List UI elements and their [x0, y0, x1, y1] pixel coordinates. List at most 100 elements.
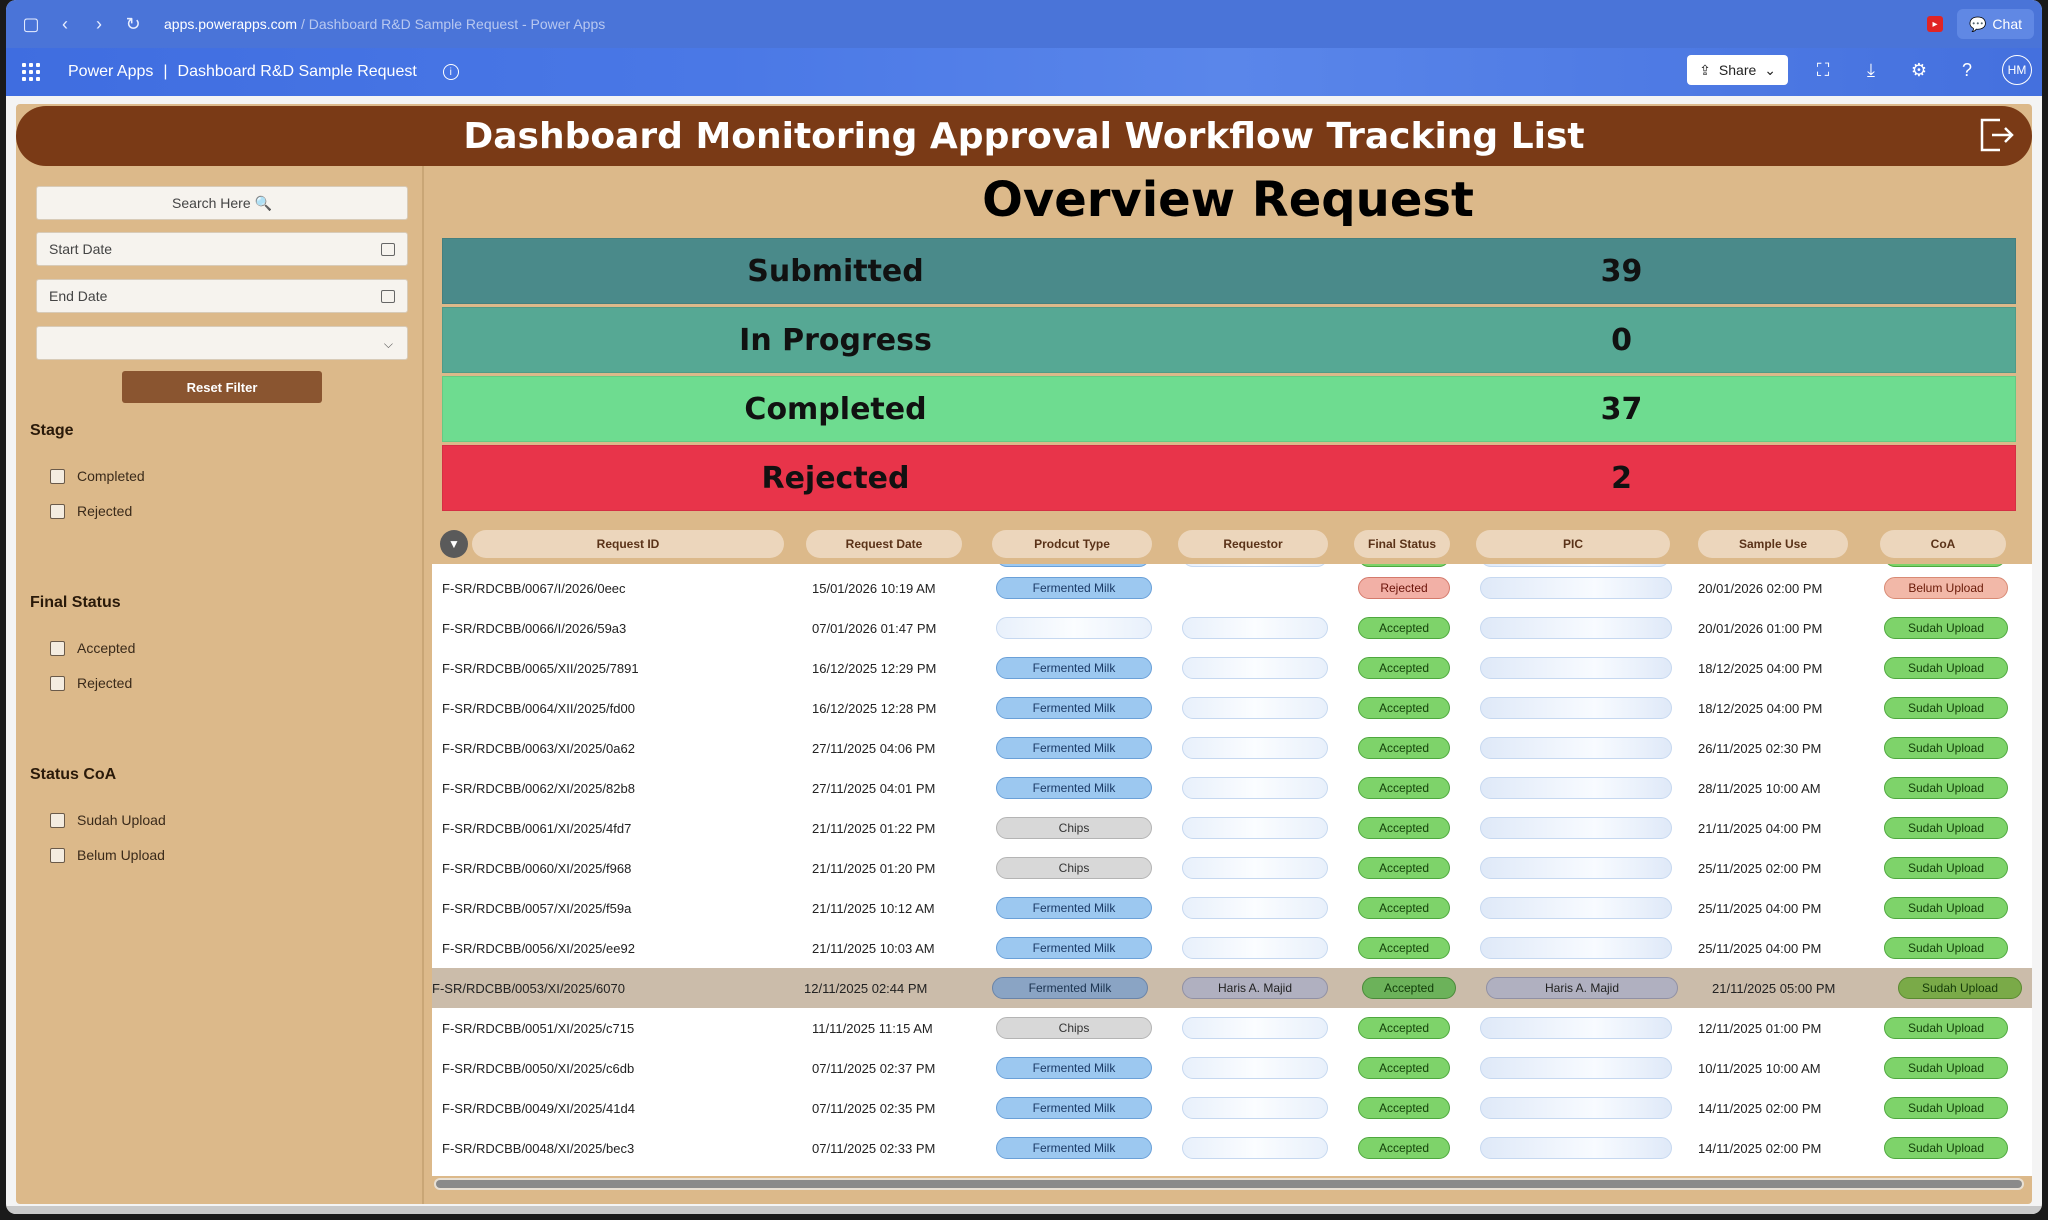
stage-checkbox-rejected[interactable]: Rejected: [50, 503, 132, 519]
sample-use-cell: 18/12/2025 04:00 PM: [1698, 700, 1823, 716]
calendar-icon[interactable]: [381, 243, 395, 256]
checkbox[interactable]: [50, 503, 65, 519]
table-row[interactable]: F-SR/RDCBB/0049/XI/2025/41d4 07/11/2025 0…: [432, 1088, 2032, 1128]
column-header-final-status[interactable]: Final Status: [1354, 530, 1450, 558]
coa-checkbox-belum-upload[interactable]: Belum Upload: [50, 847, 165, 863]
final-status-chip: Accepted: [1358, 697, 1450, 719]
final-status-chip: Accepted: [1358, 737, 1450, 759]
checkbox[interactable]: [50, 468, 65, 484]
table-row[interactable]: F-SR/RDCBB/0051/XI/2025/c715 11/11/2025 1…: [432, 1008, 2032, 1048]
request-id-cell: F-SR/RDCBB/0053/XI/2025/6070: [432, 980, 625, 996]
column-header-coa[interactable]: CoA: [1880, 530, 2006, 558]
fit-screen-icon[interactable]: ⛶: [1810, 60, 1836, 81]
avatar[interactable]: HM: [2002, 55, 2032, 85]
request-id-cell: F-SR/RDCBB/0067/I/2026/0eec: [442, 580, 626, 596]
extension-icon[interactable]: ▸: [1926, 16, 1943, 32]
product-type-chip: Chips: [996, 857, 1152, 879]
request-table[interactable]: F-SR/RDCBB/0067/I/2026/0eec 15/01/2026 10…: [432, 564, 2032, 1176]
column-header-request-id[interactable]: Request ID: [472, 530, 784, 558]
table-row[interactable]: F-SR/RDCBB/0066/I/2026/59a3 07/01/2026 01…: [432, 608, 2032, 648]
sample-use-cell: 20/01/2026 02:00 PM: [1698, 580, 1823, 596]
sample-use-cell: 12/11/2025 01:00 PM: [1698, 1020, 1822, 1036]
horizontal-scrollbar[interactable]: [434, 1178, 2024, 1190]
coa-chip: Sudah Upload: [1884, 657, 2008, 679]
table-row[interactable]: F-SR/RDCBB/0063/XI/2025/0a62 27/11/2025 0…: [432, 728, 2032, 768]
product-type-chip: Fermented Milk: [996, 737, 1152, 759]
filter-sidebar: Search Here 🔍 Start Date End Date ⌵ Rese…: [16, 166, 424, 1204]
coa-checkbox-sudah-upload[interactable]: Sudah Upload: [50, 812, 166, 828]
chevron-down-icon: ⌵: [383, 337, 393, 351]
table-row[interactable]: F-SR/RDCBB/0060/XI/2025/f968 21/11/2025 0…: [432, 848, 2032, 888]
app-launcher-icon[interactable]: [22, 63, 40, 81]
request-date-cell: 21/11/2025 10:12 AM: [812, 900, 935, 916]
search-input[interactable]: Search Here 🔍: [36, 186, 408, 220]
final-status-heading: Final Status: [30, 594, 121, 611]
stage-checkbox-completed[interactable]: Completed: [50, 468, 145, 484]
request-date-cell: 07/11/2025 02:35 PM: [812, 1100, 936, 1116]
table-row[interactable]: F-SR/RDCBB/0050/XI/2025/c6db 07/11/2025 0…: [432, 1048, 2032, 1088]
table-row[interactable]: F-SR/RDCBB/0061/XI/2025/4fd7 21/11/2025 0…: [432, 808, 2032, 848]
sample-use-cell: 21/11/2025 04:00 PM: [1698, 820, 1822, 836]
requestor-chip: [1182, 737, 1328, 759]
table-row[interactable]: F-SR/RDCBB/0056/XI/2025/ee92 21/11/2025 1…: [432, 928, 2032, 968]
column-header-sample-use[interactable]: Sample Use: [1698, 530, 1848, 558]
column-header-pic[interactable]: PIC: [1476, 530, 1670, 558]
final-status-checkbox-rejected[interactable]: Rejected: [50, 675, 132, 691]
product-type-chip: Fermented Milk: [992, 977, 1148, 999]
calendar-icon[interactable]: [381, 290, 395, 303]
scrollbar-thumb[interactable]: [436, 1180, 2022, 1188]
sample-use-cell: 10/11/2025 10:00 AM: [1698, 1060, 1821, 1076]
reset-filter-button[interactable]: Reset Filter: [122, 371, 322, 403]
download-icon[interactable]: ⤓: [1858, 60, 1884, 81]
column-header-request-date[interactable]: Request Date: [806, 530, 962, 558]
logout-icon[interactable]: [1976, 114, 2018, 156]
checkbox[interactable]: [50, 675, 65, 691]
requestor-chip: [1182, 1057, 1328, 1079]
share-label: Share: [1718, 62, 1757, 78]
table-row[interactable]: F-SR/RDCBB/0057/XI/2025/f59a 21/11/2025 1…: [432, 888, 2032, 928]
checkbox[interactable]: [50, 640, 65, 656]
final-status-chip: Accepted: [1358, 857, 1450, 879]
address-bar[interactable]: apps.powerapps.com / Dashboard R&D Sampl…: [164, 16, 605, 32]
sidebar-toggle-icon[interactable]: ▢: [14, 0, 48, 48]
final-status-chip: Accepted: [1362, 977, 1456, 999]
sample-use-cell: 21/11/2025 05:00 PM: [1712, 980, 1836, 996]
table-row[interactable]: F-SR/RDCBB/0048/XI/2025/bec3 07/11/2025 0…: [432, 1128, 2032, 1168]
table-row[interactable]: F-SR/RDCBB/0067/I/2026/0eec 15/01/2026 10…: [432, 568, 2032, 608]
stat-label: In Progress: [739, 322, 932, 358]
help-icon[interactable]: ?: [1954, 60, 1980, 81]
coa-chip: Sudah Upload: [1884, 617, 2008, 639]
share-button[interactable]: ⇪ Share ⌄: [1687, 55, 1788, 85]
requestor-chip: [1182, 937, 1328, 959]
info-icon[interactable]: i: [442, 64, 459, 80]
url-host: apps.powerapps.com: [164, 16, 298, 32]
request-id-cell: F-SR/RDCBB/0061/XI/2025/4fd7: [442, 820, 632, 836]
pic-chip: [1480, 577, 1672, 599]
table-row[interactable]: F-SR/RDCBB/0062/XI/2025/82b8 27/11/2025 0…: [432, 768, 2032, 808]
window-bottom-edge: [6, 1206, 2042, 1214]
back-icon[interactable]: ‹: [48, 0, 82, 48]
sort-icon[interactable]: ▼: [440, 530, 468, 558]
final-status-checkbox-accepted[interactable]: Accepted: [50, 640, 135, 656]
sample-use-cell: 25/11/2025 02:00 PM: [1698, 860, 1822, 876]
requestor-chip: [1182, 777, 1328, 799]
table-row[interactable]: F-SR/RDCBB/0053/XI/2025/6070 12/11/2025 0…: [432, 968, 2032, 1008]
column-header-requestor[interactable]: Requestor: [1178, 530, 1328, 558]
column-header-prodcut-type[interactable]: Prodcut Type: [992, 530, 1152, 558]
start-date-picker[interactable]: Start Date: [36, 232, 408, 266]
forward-icon[interactable]: ›: [82, 0, 116, 48]
product-type-chip: [996, 617, 1152, 639]
request-date-cell: 21/11/2025 10:03 AM: [812, 940, 935, 956]
stat-label: Rejected: [761, 460, 910, 496]
table-row[interactable]: F-SR/RDCBB/0064/XII/2025/fd00 16/12/2025 …: [432, 688, 2032, 728]
gear-icon[interactable]: ⚙: [1906, 60, 1932, 81]
status-coa-heading: Status CoA: [30, 766, 117, 783]
chat-button[interactable]: 💬 Chat: [1956, 9, 2034, 39]
reload-icon[interactable]: ↻: [116, 0, 150, 48]
filter-dropdown[interactable]: ⌵: [36, 326, 408, 360]
checkbox[interactable]: [50, 847, 65, 863]
end-date-picker[interactable]: End Date: [36, 279, 408, 313]
table-row[interactable]: F-SR/RDCBB/0065/XII/2025/7891 16/12/2025 …: [432, 648, 2032, 688]
checkbox[interactable]: [50, 812, 65, 828]
request-date-cell: 07/01/2026 01:47 PM: [812, 620, 937, 636]
